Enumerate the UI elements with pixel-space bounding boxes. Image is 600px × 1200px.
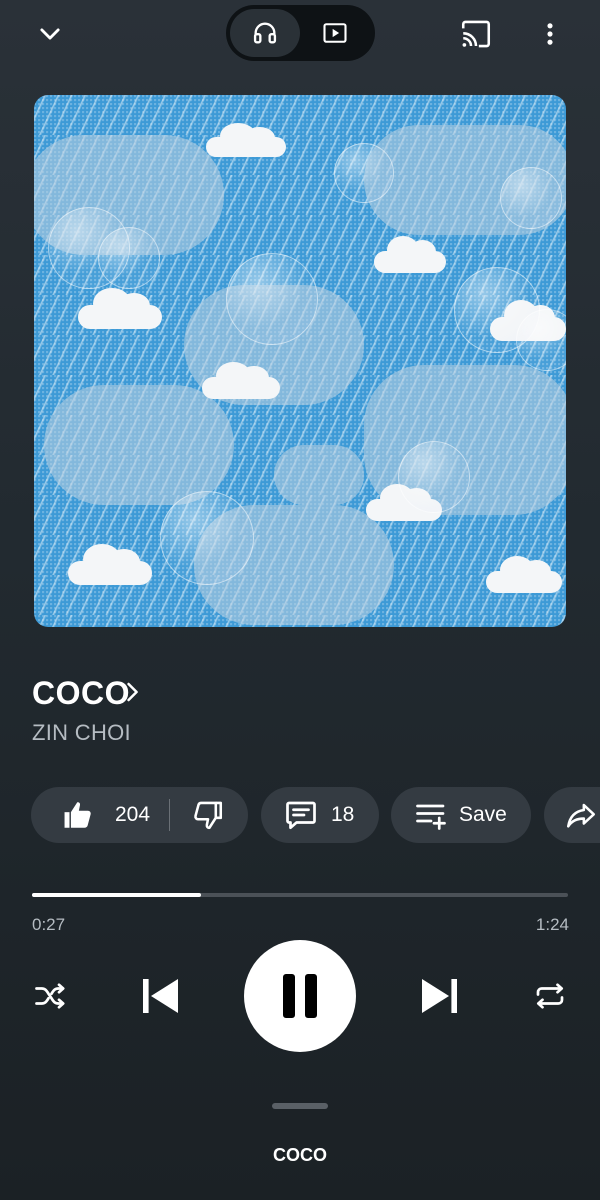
album-artwork [34, 95, 566, 627]
shuffle-icon [35, 983, 65, 1009]
save-label: Save [459, 803, 507, 826]
open-song-details-button[interactable] [118, 676, 146, 708]
progress-fill [32, 893, 201, 897]
video-mode-button[interactable] [300, 9, 370, 57]
comment-icon [286, 801, 316, 830]
add-to-playlist-icon [416, 804, 446, 830]
song-title[interactable]: COCO [32, 675, 130, 712]
previous-button[interactable] [130, 966, 190, 1026]
elapsed-time: 0:27 [32, 915, 66, 934]
chevron-right-icon [127, 682, 138, 702]
pause-button[interactable] [244, 940, 356, 1052]
chevron-down-icon [40, 28, 60, 40]
shuffle-button[interactable] [22, 968, 78, 1024]
bottom-sheet-handle[interactable] [272, 1103, 328, 1109]
comment-count: 18 [331, 803, 355, 826]
share-icon [566, 803, 596, 828]
headphones-icon [253, 22, 277, 44]
skip-previous-icon [143, 979, 178, 1013]
like-dislike-chip: 204 [31, 787, 248, 843]
comments-button[interactable]: 18 [261, 787, 379, 843]
thumbs-down-icon [194, 801, 223, 830]
more-vertical-icon [547, 23, 553, 45]
artist-name[interactable]: ZIN CHOI [32, 720, 131, 746]
song-mode-button[interactable] [230, 9, 300, 57]
repeat-icon [536, 983, 564, 1009]
audio-video-switch [226, 5, 375, 61]
next-button[interactable] [410, 966, 470, 1026]
save-button[interactable]: Save [391, 787, 531, 843]
video-play-icon [323, 23, 347, 43]
share-button[interactable] [544, 787, 600, 843]
up-next-tab[interactable]: COCO [0, 1145, 600, 1166]
repeat-button[interactable] [522, 968, 578, 1024]
pause-icon [283, 974, 317, 1018]
like-count: 204 [115, 803, 151, 826]
cast-button[interactable] [448, 6, 504, 62]
thumbs-up-icon [64, 802, 91, 828]
dislike-button[interactable] [170, 787, 246, 843]
skip-next-icon [422, 979, 457, 1013]
minimize-button[interactable] [22, 6, 78, 62]
total-duration: 1:24 [535, 915, 569, 934]
more-options-button[interactable] [522, 6, 578, 62]
like-button[interactable]: 204 [31, 787, 169, 843]
cast-icon [461, 20, 491, 48]
